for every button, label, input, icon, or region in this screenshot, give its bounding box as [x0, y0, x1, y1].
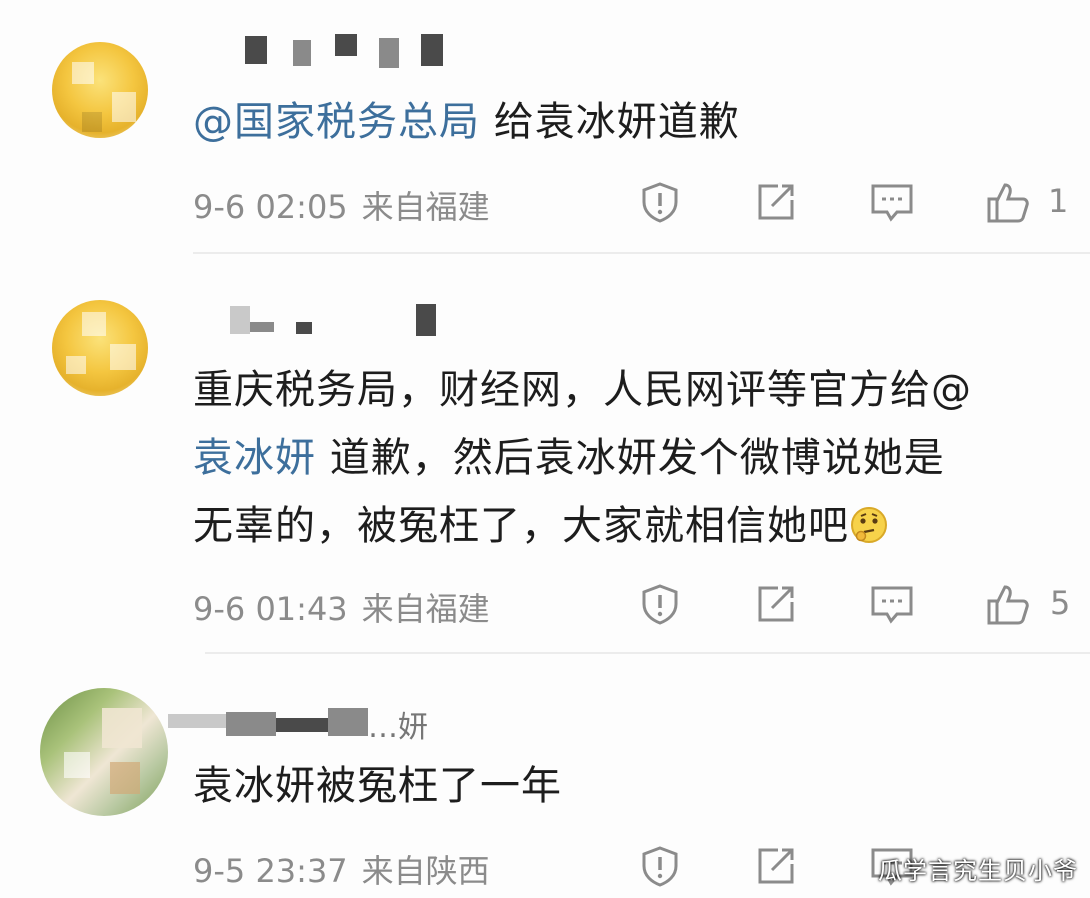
- comment-icon: [871, 586, 913, 624]
- comment-meta: 9-6 02:05 来自福建: [193, 182, 490, 228]
- comment-date: 9-6 01:43: [193, 590, 348, 628]
- comment-text-line: 重庆税务局，财经网，人民网评等官方给@: [193, 367, 972, 413]
- avatar[interactable]: [52, 300, 148, 396]
- mention-link[interactable]: @国家税务总局: [193, 99, 480, 145]
- comment-location: 来自陕西: [361, 852, 490, 890]
- share-icon: [758, 184, 794, 220]
- like-button[interactable]: [984, 178, 1032, 226]
- share-button[interactable]: [752, 580, 800, 628]
- share-button[interactable]: [752, 842, 800, 890]
- share-icon: [758, 848, 794, 884]
- comment-location: 来自福建: [361, 188, 490, 226]
- avatar[interactable]: [40, 688, 168, 816]
- comment-meta: 9-6 01:43 来自福建: [193, 584, 490, 630]
- comment-text-line: 无辜的，被冤枉了，大家就相信她吧: [193, 492, 889, 560]
- comment-text: 袁冰妍被冤枉了一年: [193, 763, 562, 809]
- like-button[interactable]: [984, 580, 1032, 628]
- thumbs-up-icon: [987, 183, 1029, 223]
- report-button[interactable]: [636, 580, 684, 628]
- share-button[interactable]: [752, 178, 800, 226]
- comment-icon: [871, 184, 913, 222]
- comment-text-line: 袁冰妍 道歉，然后袁冰妍发个微博说她是: [193, 435, 945, 481]
- comment-button[interactable]: [868, 178, 916, 226]
- comment-date: 9-5 23:37: [193, 852, 348, 890]
- mention-link[interactable]: 袁冰妍: [193, 435, 316, 481]
- like-count: 1: [1048, 182, 1069, 220]
- comment-date: 9-6 02:05: [193, 188, 348, 226]
- report-button[interactable]: [636, 178, 684, 226]
- report-button[interactable]: [636, 842, 684, 890]
- comment-item: 重庆税务局，财经网，人民网评等官方给@ 袁冰妍 道歉，然后袁冰妍发个微博说她是 …: [0, 254, 1090, 650]
- comment-meta: 9-5 23:37 来自陕西: [193, 846, 490, 892]
- like-count: 5: [1050, 584, 1071, 622]
- username-blurred[interactable]: [230, 302, 450, 342]
- username-blurred[interactable]: …妍: [168, 702, 438, 745]
- comment-list: @国家税务总局 给袁冰妍道歉 9-6 02:05 来自福建 1 重庆税务局，财经…: [0, 0, 1090, 898]
- comment-item: @国家税务总局 给袁冰妍道歉 9-6 02:05 来自福建 1: [0, 0, 1090, 250]
- comment-text: @国家税务总局 给袁冰妍道歉: [193, 99, 740, 145]
- thumbs-up-icon: [987, 585, 1029, 625]
- report-icon: [642, 846, 678, 887]
- thinking-emoji-icon: [851, 507, 887, 543]
- share-icon: [758, 586, 794, 622]
- comment-button[interactable]: [868, 580, 916, 628]
- comment-location: 来自福建: [361, 590, 490, 628]
- username-suffix: …妍: [368, 710, 428, 745]
- avatar[interactable]: [52, 42, 148, 138]
- report-icon: [642, 182, 678, 223]
- report-icon: [642, 584, 678, 625]
- watermark: 瓜学言究生贝小爷: [878, 857, 1078, 885]
- username-blurred[interactable]: [245, 30, 455, 70]
